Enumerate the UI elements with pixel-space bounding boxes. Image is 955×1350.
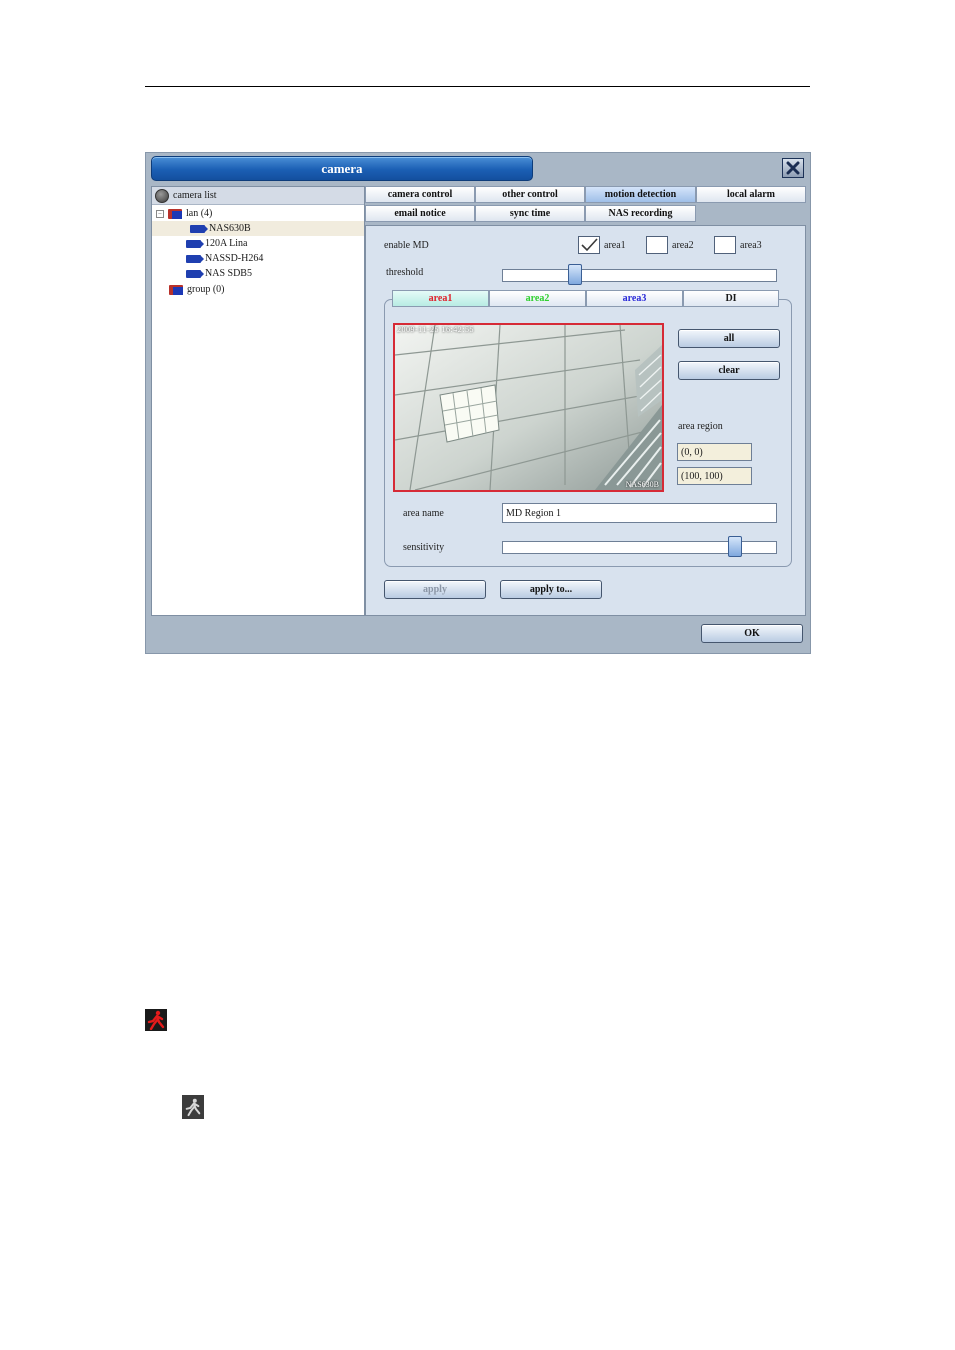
area-region-label: area region: [678, 421, 723, 432]
area2-checkbox[interactable]: [646, 236, 668, 254]
threshold-slider[interactable]: [502, 264, 777, 285]
tab-label: motion detection: [604, 189, 677, 200]
page-top-rule: [145, 86, 810, 87]
camera-list-title: camera list: [173, 190, 217, 201]
tree-camera-nas630b[interactable]: NAS630B: [152, 221, 364, 236]
area-name-label: area name: [403, 508, 444, 519]
area2-check-label: area2: [672, 240, 694, 251]
motion-alert-red-icon: [145, 1009, 167, 1031]
camera-list-radio-icon[interactable]: [155, 188, 169, 203]
tab-label: camera control: [387, 189, 453, 200]
tree-label: NAS630B: [209, 223, 251, 234]
motion-detection-panel: enable MD area1 area2 area3 threshold ar…: [365, 225, 806, 616]
tab-sync-time[interactable]: sync time: [475, 205, 585, 222]
clear-button[interactable]: clear: [678, 361, 780, 380]
area3-check-label: area3: [740, 240, 762, 251]
button-label: apply: [423, 584, 447, 595]
enable-md-label: enable MD: [384, 240, 429, 251]
apply-to-button[interactable]: apply to...: [500, 580, 602, 599]
area1-checkbox[interactable]: [578, 236, 600, 254]
tree-label: NAS SDB5: [205, 268, 252, 279]
subtab-area1[interactable]: area1: [392, 290, 489, 307]
sensitivity-label: sensitivity: [403, 542, 445, 553]
tab-nas-recording[interactable]: NAS recording: [585, 205, 696, 222]
sensitivity-slider[interactable]: [502, 536, 777, 557]
subtab-label: area2: [525, 293, 550, 304]
subtab-label: DI: [725, 293, 737, 304]
tree-label: 120A Lina: [205, 238, 248, 249]
button-label: OK: [744, 628, 760, 639]
window-title: camera: [321, 160, 363, 176]
tab-local-alarm[interactable]: local alarm: [696, 186, 806, 203]
area1-check-label: area1: [604, 240, 626, 251]
camera-video-preview[interactable]: 2009-11-25 16:42:55 NAS630B: [393, 323, 664, 492]
collapse-toggle-icon[interactable]: −: [156, 209, 164, 218]
video-timestamp: 2009-11-25 16:42:55: [397, 325, 474, 334]
tree-camera-nas-sdb5[interactable]: NAS SDB5: [186, 266, 252, 281]
close-button[interactable]: [782, 158, 804, 178]
tab-label: sync time: [509, 208, 551, 219]
tree-folder-group[interactable]: group (0): [169, 282, 225, 297]
dialog-footer: OK: [146, 616, 810, 653]
tab-label: email notice: [394, 208, 446, 219]
tab-label: local alarm: [726, 189, 776, 200]
window-title-bar: camera: [151, 156, 533, 181]
button-label: all: [723, 333, 735, 344]
ok-button[interactable]: OK: [701, 624, 803, 643]
camera-settings-window: camera camera list − lan (4) NAS630B 120…: [145, 152, 811, 654]
select-all-button[interactable]: all: [678, 329, 780, 348]
subtab-label: area1: [428, 293, 453, 304]
camera-list-header: camera list: [152, 187, 364, 205]
button-label: clear: [718, 365, 740, 376]
tree-camera-120a-lina[interactable]: 120A Lina: [186, 236, 248, 251]
tab-email-notice[interactable]: email notice: [365, 205, 475, 222]
folder-group-icon: [169, 284, 183, 295]
tab-label: NAS recording: [608, 208, 673, 219]
tree-folder-lan[interactable]: − lan (4): [156, 206, 212, 221]
tree-label: NASSD-H264: [205, 253, 264, 264]
tab-motion-detection[interactable]: motion detection: [585, 186, 696, 203]
subtab-label: area3: [622, 293, 647, 304]
tab-camera-control[interactable]: camera control: [365, 186, 475, 203]
tree-label: group (0): [187, 284, 225, 295]
subtab-area3[interactable]: area3: [586, 290, 683, 307]
area3-checkbox[interactable]: [714, 236, 736, 254]
checkmark-icon: [581, 238, 598, 252]
tree-label: lan (4): [186, 208, 213, 219]
area-name-input[interactable]: MD Region 1: [502, 503, 777, 523]
tree-camera-nassd-h264[interactable]: NASSD-H264: [186, 251, 263, 266]
camera-list-panel: camera list − lan (4) NAS630B 120A Lina …: [151, 186, 365, 616]
folder-camera-icon: [168, 208, 182, 219]
tab-other-control[interactable]: other control: [475, 186, 585, 203]
motion-idle-gray-icon: [182, 1095, 204, 1119]
ceiling-scene-image: [395, 325, 662, 490]
region-start-field: (0, 0): [677, 443, 752, 461]
threshold-label: threshold: [386, 267, 424, 278]
region-end-field: (100, 100): [677, 467, 752, 485]
tab-label: other control: [502, 189, 558, 200]
camera-icon: [186, 239, 204, 248]
subtab-di[interactable]: DI: [683, 290, 779, 307]
sensitivity-slider-thumb[interactable]: [728, 536, 742, 557]
close-x-icon: [786, 161, 800, 175]
video-watermark: NAS630B: [625, 480, 659, 489]
camera-icon: [186, 269, 204, 278]
subtab-area2[interactable]: area2: [489, 290, 586, 307]
camera-icon: [190, 224, 208, 233]
apply-button[interactable]: apply: [384, 580, 486, 599]
threshold-slider-thumb[interactable]: [568, 264, 582, 285]
camera-icon: [186, 254, 204, 263]
button-label: apply to...: [529, 584, 573, 595]
